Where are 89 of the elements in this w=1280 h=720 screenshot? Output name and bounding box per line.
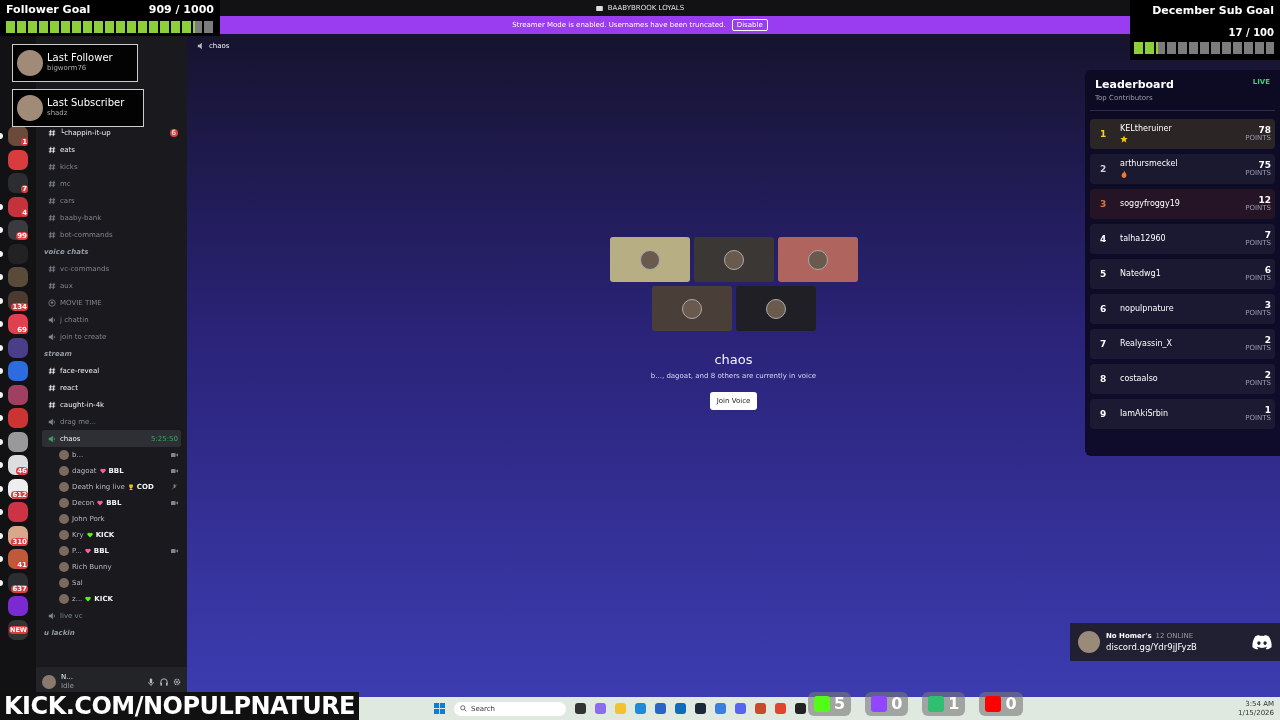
- rank-number: 5: [1100, 268, 1108, 279]
- avatar-icon: [723, 249, 744, 270]
- points-value: 3: [1264, 300, 1271, 309]
- hashtag-icon: [48, 213, 56, 222]
- points-value: 6: [1264, 265, 1271, 274]
- goal-count: 909 / 1000: [148, 4, 214, 16]
- hashtag-icon: [48, 281, 56, 290]
- goal-title: December Sub Goal: [1152, 4, 1274, 17]
- hashtag-icon: [48, 196, 56, 205]
- rank-number: 1: [1100, 128, 1108, 139]
- hashtag-icon: [48, 264, 56, 273]
- contributor-name: nopulpnature: [1120, 304, 1175, 314]
- user-avatar-icon[interactable]: [42, 675, 56, 689]
- points-value: 78: [1258, 125, 1271, 134]
- goal-count: 17 / 100: [1228, 27, 1274, 39]
- points-value: 75: [1258, 160, 1271, 169]
- contributor-name: soggyfroggy19: [1120, 199, 1181, 209]
- contributor-name: talha12960: [1120, 234, 1167, 244]
- card-title: Last Follower: [47, 53, 113, 63]
- server-icon[interactable]: [8, 596, 28, 616]
- hashtag-icon: [48, 366, 56, 375]
- server-icon[interactable]: [8, 408, 28, 428]
- voice-channel-title: chaos: [714, 352, 753, 367]
- star-icon: [1120, 135, 1128, 144]
- contributor-name: IamAkiSrbin: [1120, 409, 1170, 419]
- server-icon: [595, 5, 603, 11]
- server-icon[interactable]: [8, 431, 28, 452]
- participant-tile[interactable]: [777, 237, 858, 282]
- points-value: 12: [1258, 195, 1271, 204]
- counter-value: 1: [948, 694, 960, 714]
- hashtag-icon: [48, 145, 56, 154]
- speaker-icon: [48, 417, 56, 426]
- counter-value: 0: [891, 694, 903, 714]
- hashtag-icon: [48, 162, 56, 171]
- rank-number: 3: [1100, 198, 1108, 209]
- discord-logo-icon: [1252, 634, 1272, 650]
- settings-icon[interactable]: [173, 678, 181, 686]
- contributor-name: costaalso: [1120, 374, 1159, 384]
- points-value: 2: [1264, 370, 1271, 379]
- microphone-icon[interactable]: [147, 678, 155, 686]
- flame-icon: [1120, 170, 1128, 179]
- speaker-icon: [48, 611, 56, 620]
- avatar-icon: [639, 249, 660, 270]
- rank-number: 7: [1100, 338, 1108, 349]
- server-icon[interactable]: [8, 502, 28, 522]
- card-title: Last Subscriber: [47, 98, 125, 108]
- participant-tile[interactable]: [735, 286, 816, 331]
- speaker-icon: [48, 332, 56, 341]
- avatar-icon: [17, 95, 43, 121]
- hashtag-icon: [48, 383, 56, 392]
- promo-url-text: KICK.COM/NOPULPNATURE: [0, 692, 359, 720]
- points-value: 7: [1264, 230, 1271, 239]
- stage-icon: [48, 298, 56, 307]
- rank-number: 2: [1100, 163, 1108, 174]
- speaker-icon: [48, 434, 56, 443]
- hashtag-icon: [48, 128, 56, 137]
- avatar-icon: [807, 249, 828, 270]
- points-value: 2: [1264, 335, 1271, 344]
- contributor-name: KELtheruiner: [1120, 124, 1173, 134]
- avatar-icon: [17, 50, 43, 76]
- points-value: 1: [1264, 405, 1271, 414]
- speaker-icon: [197, 42, 205, 50]
- participant-tile[interactable]: [693, 237, 774, 282]
- rank-number: 9: [1100, 408, 1108, 419]
- server-icon[interactable]: [8, 149, 28, 170]
- hashtag-icon: [48, 230, 56, 239]
- hashtag-icon: [48, 400, 56, 409]
- participant-tile[interactable]: [609, 237, 690, 282]
- counter-value: 0: [1005, 694, 1017, 714]
- goal-title: Follower Goal: [6, 4, 91, 16]
- speaker-icon: [48, 315, 56, 324]
- participant-tile[interactable]: [651, 286, 732, 331]
- hashtag-icon: [48, 179, 56, 188]
- avatar-icon: [765, 298, 786, 319]
- rank-number: 8: [1100, 373, 1108, 384]
- avatar-icon: [1078, 631, 1100, 653]
- server-icon[interactable]: [8, 384, 28, 405]
- counter-value: 5: [834, 694, 846, 714]
- start-icon[interactable]: [434, 703, 445, 714]
- headphones-icon[interactable]: [160, 678, 168, 686]
- contributor-name: Natedwg1: [1120, 269, 1162, 279]
- avatar-icon: [681, 298, 702, 319]
- contributor-name: Realyassin_X: [1120, 339, 1173, 349]
- server-icon[interactable]: [8, 361, 28, 381]
- rank-number: 4: [1100, 233, 1108, 244]
- contributor-name: arthursmeckel: [1120, 159, 1179, 169]
- rank-number: 6: [1100, 303, 1108, 314]
- search-icon: [460, 705, 467, 712]
- leaderboard-title: Leaderboard: [1095, 78, 1174, 91]
